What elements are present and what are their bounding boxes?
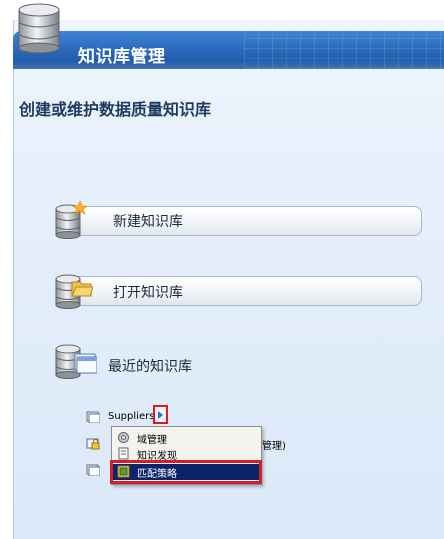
database-small-icon bbox=[86, 411, 100, 423]
database-logo-icon bbox=[18, 3, 60, 54]
database-small-icon bbox=[86, 464, 100, 476]
section-subtitle: 创建或维护数据质量知识库 bbox=[19, 100, 212, 119]
recent-knowledge-bases-title: 最近的知识库 bbox=[108, 359, 192, 375]
locked-database-icon bbox=[86, 438, 100, 450]
new-knowledge-base-button[interactable] bbox=[56, 206, 422, 236]
menu-item-label: 知识发现 bbox=[137, 451, 177, 462]
recent-item-expand-arrow[interactable] bbox=[153, 405, 168, 424]
new-knowledge-base-label: 新建知识库 bbox=[113, 214, 183, 230]
menu-item-knowledge-discovery[interactable]: 知识发现 bbox=[112, 446, 261, 462]
context-menu: 域管理 知识发现 匹配策略 bbox=[111, 426, 262, 485]
menu-item-label: 匹配策略 bbox=[137, 469, 177, 480]
menu-item-domain-management[interactable]: 域管理 bbox=[112, 430, 261, 446]
chevron-right-icon bbox=[158, 411, 163, 419]
domain-management-icon bbox=[118, 432, 129, 443]
recent-database-icon bbox=[55, 344, 97, 379]
recent-item-suppliers[interactable]: Suppliers bbox=[108, 411, 154, 422]
open-knowledge-base-label: 打开知识库 bbox=[113, 285, 183, 301]
new-database-icon bbox=[55, 200, 87, 239]
recent-item-2-label[interactable]: 管理) bbox=[262, 437, 286, 452]
menu-item-label: 域管理 bbox=[137, 435, 167, 446]
matching-policy-icon bbox=[117, 465, 130, 478]
knowledge-discovery-icon bbox=[118, 447, 129, 460]
menu-item-matching-policy[interactable]: 匹配策略 bbox=[112, 464, 261, 480]
open-knowledge-base-button[interactable] bbox=[56, 276, 422, 306]
open-database-icon bbox=[55, 274, 93, 309]
page-title: 知识库管理 bbox=[78, 47, 166, 67]
